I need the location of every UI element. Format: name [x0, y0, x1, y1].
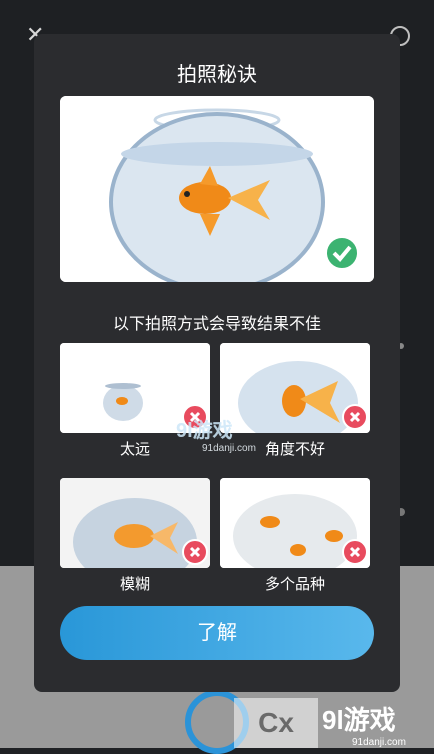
check-icon: [324, 235, 360, 271]
watermark-badge: Cx: [234, 698, 318, 748]
cross-icon: [342, 539, 368, 565]
example-caption: 多个品种: [264, 576, 325, 593]
dialog-title: 拍照秘诀: [177, 64, 257, 86]
cross-icon: [182, 539, 208, 565]
got-it-button[interactable]: 了解: [60, 606, 374, 660]
watermark-corner: 9l游戏 91danji.com: [322, 700, 434, 748]
watermark-url: 91danji.com: [202, 443, 256, 454]
watermark-logo-text: 9l游戏: [176, 420, 233, 442]
bad-examples-heading: 以下拍照方式会导致结果不佳: [112, 316, 321, 333]
example-caption: 模糊: [119, 576, 150, 593]
watermark-corner-url: 91danji.com: [352, 737, 406, 748]
photo-tips-dialog: 拍照秘诀 以下拍照方式会导致结果不佳 太远 角度不好 模糊 多个品种 了解: [34, 34, 400, 692]
watermark-corner-text: 9l游戏: [322, 705, 396, 735]
watermark-logo: 9l游戏 91danji.com: [176, 414, 296, 456]
cross-icon: [342, 404, 368, 430]
